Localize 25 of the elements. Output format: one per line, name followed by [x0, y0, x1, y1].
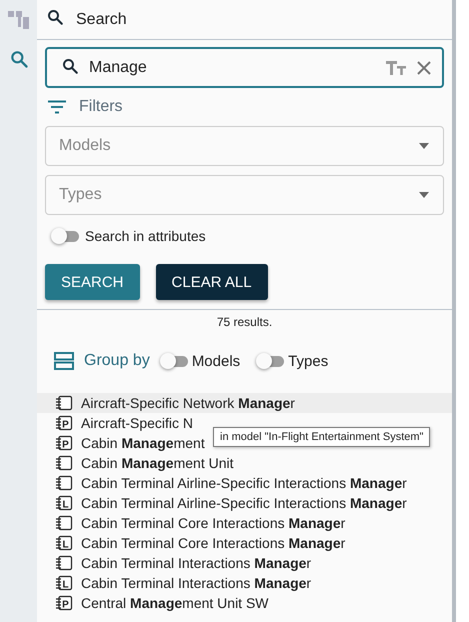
tooltip: in model "In-Flight Entertainment System" — [213, 427, 430, 447]
search-text: Manage — [89, 58, 148, 76]
toggle-label: Search in attributes — [85, 228, 206, 244]
component-icon: P — [55, 415, 73, 431]
group-by-label: Group by — [84, 352, 150, 370]
result-text: Cabin Terminal Airline-Specific Interactions Manager — [81, 495, 407, 511]
component-icon: L — [55, 575, 73, 591]
result-count: 75 results. — [216, 315, 274, 329]
result-text: Aircraft-Specific Network Manager — [81, 395, 295, 411]
toggle-label: Types — [288, 352, 328, 370]
result-text: Cabin Terminal Airline-Specific Interactions Manager — [81, 475, 407, 491]
result-text: Central Management Unit SW — [81, 595, 269, 611]
result-text: Cabin Terminal Core Interactions Manager — [81, 515, 346, 531]
result-text: Cabin Terminal Core Interactions Manager — [81, 535, 346, 551]
component-icon: L — [55, 535, 73, 551]
component-icon: P — [55, 435, 73, 451]
component-icon: L — [55, 495, 73, 511]
result-text: Cabin Terminal Interactions Manager — [81, 555, 312, 571]
result-text: Cabin Management — [81, 435, 205, 451]
component-icon: P — [55, 595, 73, 611]
result-text: Cabin Terminal Interactions Manager — [81, 575, 312, 591]
panel-title: Search — [76, 10, 127, 28]
toggle-label: Models — [192, 352, 240, 370]
result-text: Aircraft-Specific N — [81, 415, 194, 431]
result-text: Cabin Management Unit — [81, 455, 234, 471]
